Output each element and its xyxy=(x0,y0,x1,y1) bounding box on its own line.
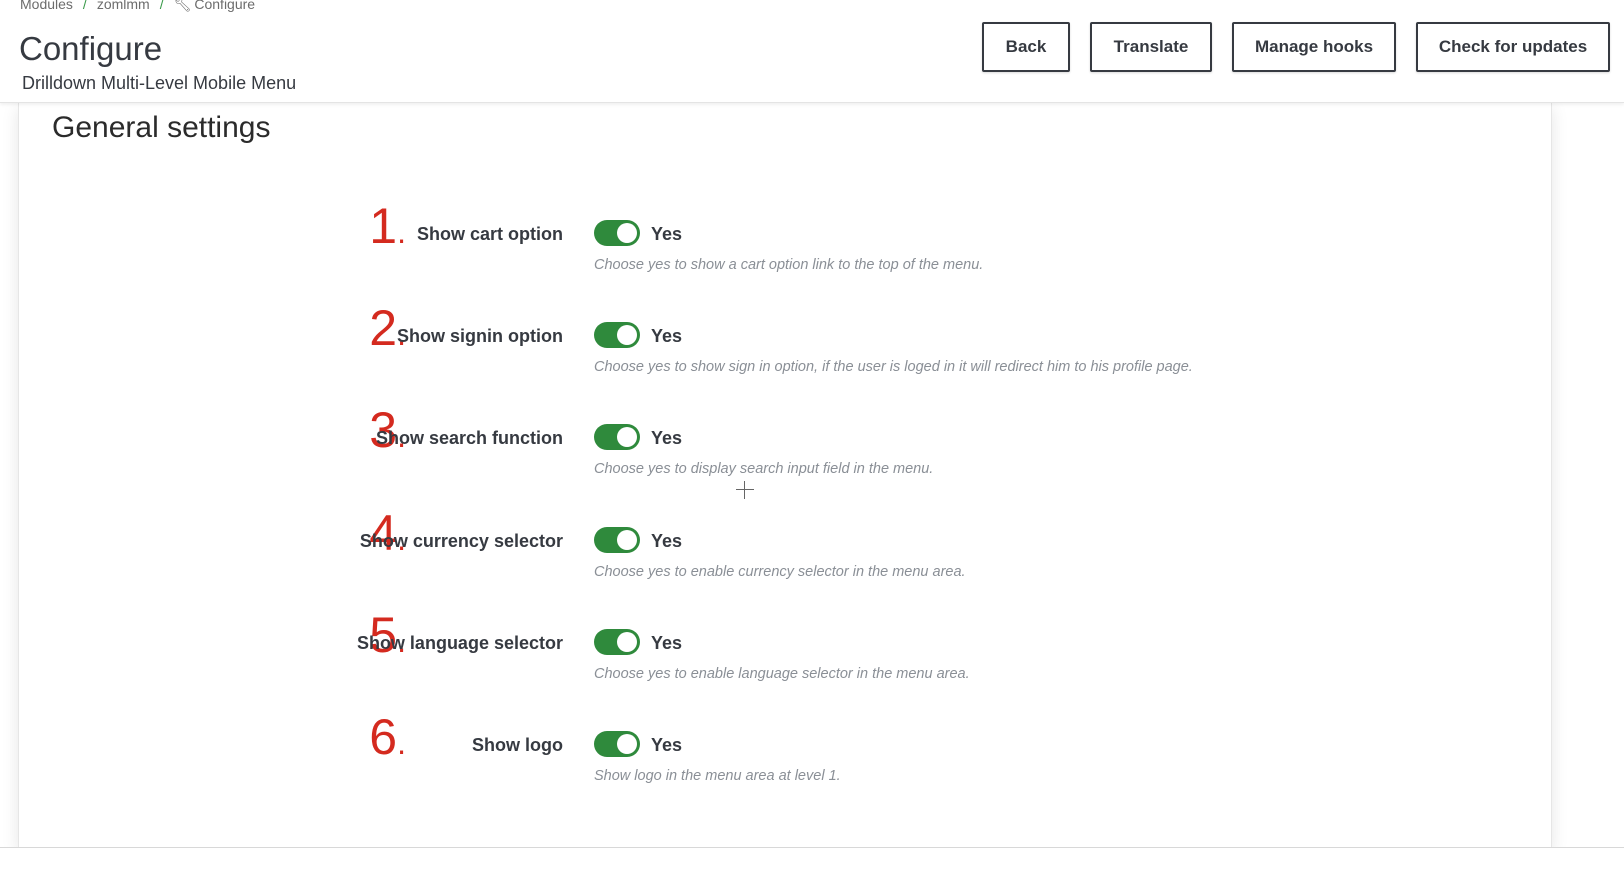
page-subtitle: Drilldown Multi-Level Mobile Menu xyxy=(22,73,297,93)
annotation-number: 6. xyxy=(369,709,406,765)
setting-label: Show cart option xyxy=(417,224,563,244)
breadcrumb-item-modules[interactable]: Modules xyxy=(20,0,73,12)
toggle-knob xyxy=(617,427,637,447)
toggle-knob xyxy=(617,734,637,754)
show-signin-toggle[interactable] xyxy=(594,322,640,348)
show-currency-toggle[interactable] xyxy=(594,527,640,553)
show-search-toggle[interactable] xyxy=(594,424,640,450)
show-logo-toggle[interactable] xyxy=(594,731,640,757)
module-configure-page: Modules / zomlmm / 🔧︎ Configure Configure Dri… xyxy=(0,0,1624,877)
breadcrumb-separator: / xyxy=(82,0,87,12)
translate-button[interactable]: Translate xyxy=(1090,22,1212,72)
setting-row-currency: 4. Show currency selector Yes Choose yes… xyxy=(19,508,1551,620)
help-text: Choose yes to enable language selector i… xyxy=(594,666,970,682)
check-for-updates-button[interactable]: Check for updates xyxy=(1416,22,1610,72)
show-cart-toggle[interactable] xyxy=(594,220,640,246)
show-language-toggle[interactable] xyxy=(594,629,640,655)
setting-row-signin: 2. Show signin option Yes Choose yes to … xyxy=(19,303,1551,415)
page-title: Configure xyxy=(19,30,163,67)
breadcrumb-item-configure: Configure xyxy=(194,0,256,12)
toggle-value: Yes xyxy=(651,735,683,755)
setting-label: Show search function xyxy=(375,428,563,448)
setting-label: Show signin option xyxy=(397,326,563,346)
toggle-knob xyxy=(617,325,637,345)
setting-row-language: 5. Show language selector Yes Choose yes… xyxy=(19,610,1551,722)
panel-title: General settings xyxy=(52,111,271,144)
crosshair-cursor-icon xyxy=(736,481,754,499)
general-settings-panel: General settings 1. Show cart option Yes… xyxy=(18,102,1552,847)
toggle-knob xyxy=(617,223,637,243)
breadcrumb: Modules / zomlmm / 🔧︎ Configure xyxy=(20,0,255,12)
breadcrumb-separator: / xyxy=(159,0,164,12)
toolbar: Back Translate Manage hooks Check for up… xyxy=(982,22,1610,72)
setting-label: Show currency selector xyxy=(359,531,563,551)
breadcrumb-item-module[interactable]: zomlmm xyxy=(97,0,150,12)
setting-row-cart: 1. Show cart option Yes Choose yes to sh… xyxy=(19,201,1551,313)
annotation-number: 1. xyxy=(369,198,406,254)
help-text: Show logo in the menu area at level 1. xyxy=(594,768,841,784)
toggle-value: Yes xyxy=(651,531,683,551)
setting-row-logo: 6. Show logo Yes Show logo in the menu a… xyxy=(19,712,1551,824)
toggle-knob xyxy=(617,530,637,550)
manage-hooks-button[interactable]: Manage hooks xyxy=(1232,22,1396,72)
toggle-knob xyxy=(617,632,637,652)
help-text: Choose yes to display search input field… xyxy=(594,461,934,477)
back-button[interactable]: Back xyxy=(982,22,1070,72)
page-header: Modules / zomlmm / 🔧︎ Configure Configure Dri… xyxy=(0,0,1624,103)
help-text: Choose yes to show a cart option link to… xyxy=(594,257,984,273)
toggle-value: Yes xyxy=(651,224,683,244)
setting-label: Show logo xyxy=(472,735,563,755)
setting-label: Show language selector xyxy=(356,633,563,653)
wrench-icon: 🔧︎ xyxy=(173,0,192,12)
toggle-value: Yes xyxy=(651,326,683,346)
toggle-value: Yes xyxy=(651,633,683,653)
toggle-value: Yes xyxy=(651,428,683,448)
help-text: Choose yes to enable currency selector i… xyxy=(594,564,966,580)
help-text: Choose yes to show sign in option, if th… xyxy=(594,359,1193,375)
bottom-edge xyxy=(0,847,1624,877)
setting-row-search: 3. Show search function Yes Choose yes t… xyxy=(19,405,1551,517)
